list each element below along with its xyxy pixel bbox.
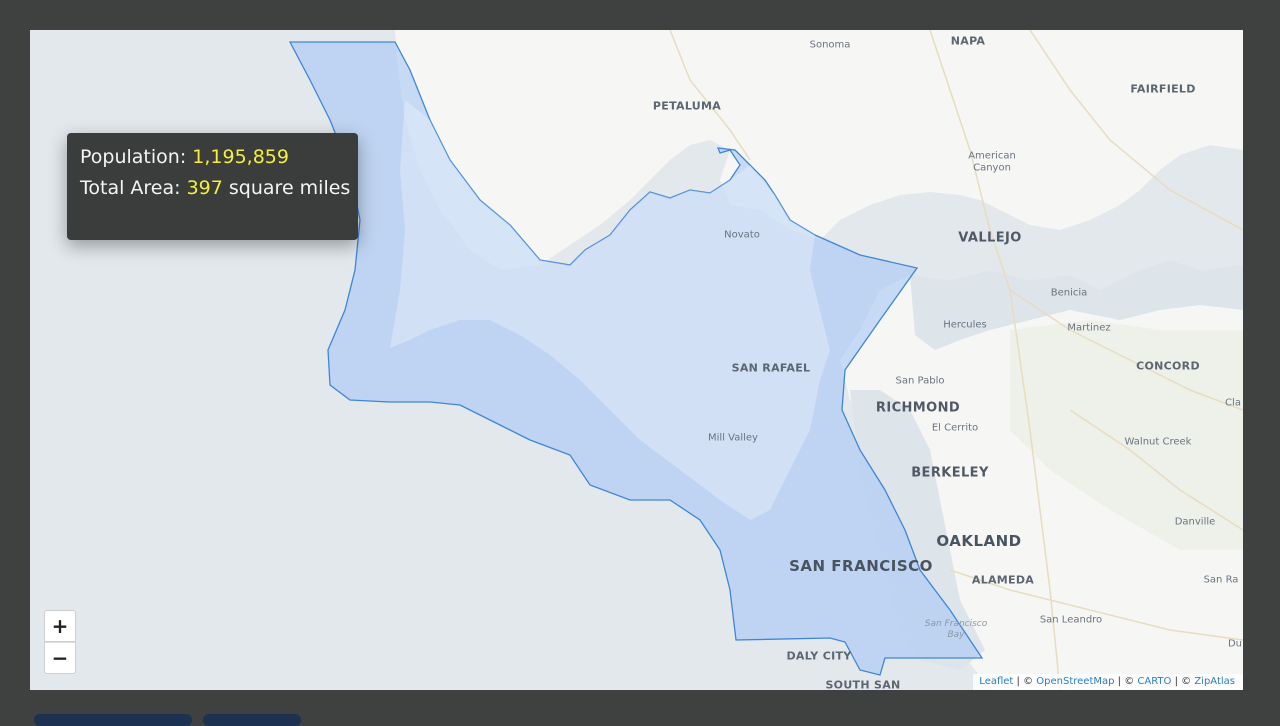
population-row: Population: 1,195,859	[80, 142, 358, 173]
population-value: 1,195,859	[192, 146, 289, 168]
map-canvas[interactable]: Sonoma NAPA PETALUMA FAIRFIELD American …	[30, 30, 1243, 690]
zoom-out-button[interactable]: −	[44, 642, 76, 674]
bottom-tab-pill[interactable]	[203, 714, 301, 726]
zipatlas-link[interactable]: ZipAtlas	[1194, 676, 1235, 687]
population-label: Population:	[80, 146, 187, 168]
area-row: Total Area: 397 square miles	[80, 173, 358, 204]
openstreetmap-link[interactable]: OpenStreetMap	[1036, 676, 1114, 687]
region-tooltip: Population: 1,195,859 Total Area: 397 sq…	[67, 133, 358, 240]
attribution-separator: | ©	[1013, 676, 1037, 687]
attribution-separator: | ©	[1114, 676, 1138, 687]
area-unit: square miles	[228, 177, 351, 199]
bottom-tab-pill[interactable]	[34, 714, 192, 726]
region-overlay[interactable]	[30, 30, 1243, 690]
leaflet-link[interactable]: Leaflet	[979, 676, 1013, 687]
attribution-separator: | ©	[1171, 676, 1195, 687]
carto-link[interactable]: CARTO	[1137, 676, 1171, 687]
zoom-in-button[interactable]: +	[44, 610, 76, 642]
area-value: 397	[186, 177, 223, 199]
area-label: Total Area:	[80, 177, 181, 199]
map-attribution: Leaflet | © OpenStreetMap | © CARTO | © …	[973, 674, 1243, 690]
